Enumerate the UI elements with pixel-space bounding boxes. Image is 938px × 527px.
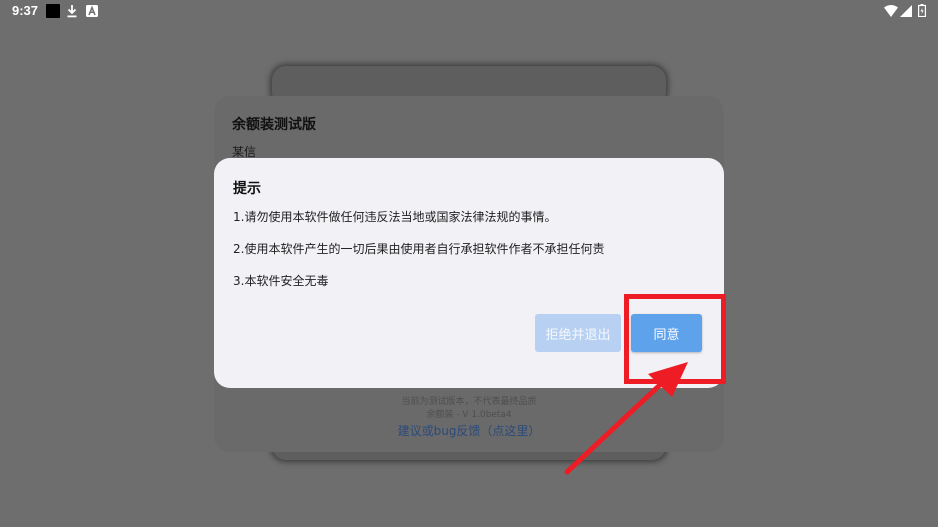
dialog-text-line-1: 1.请勿使用本软件做任何违反法当地或国家法律法规的事情。: [233, 210, 557, 224]
refuse-and-exit-button[interactable]: 拒绝并退出: [535, 314, 621, 352]
background-dialog-title: 余额装测试版: [232, 117, 316, 133]
battery-icon: [918, 4, 926, 17]
app-square-icon: [46, 4, 60, 18]
dialog-text-line-3: 3.本软件安全无毒: [233, 274, 329, 288]
dialog-title: 提示: [233, 181, 261, 197]
background-footer-note: 当前为测试版本，不代表最终品质: [401, 397, 537, 407]
status-bar: 9:37: [0, 0, 938, 22]
feedback-link[interactable]: 建议或bug反馈（点这里）: [214, 422, 724, 439]
annotation-highlight-box: [624, 294, 726, 384]
dialog-text-line-2: 2.使用本软件产生的一切后果由使用者自行承担软件作者不承担任何责: [233, 242, 605, 256]
download-icon: [67, 5, 77, 18]
signal-icon: [900, 5, 912, 17]
a-badge-icon: [86, 5, 98, 17]
status-time: 9:37: [12, 3, 39, 18]
background-version-label: 余额装 - V 1.0beta4: [426, 410, 512, 420]
wifi-icon: [884, 5, 898, 17]
